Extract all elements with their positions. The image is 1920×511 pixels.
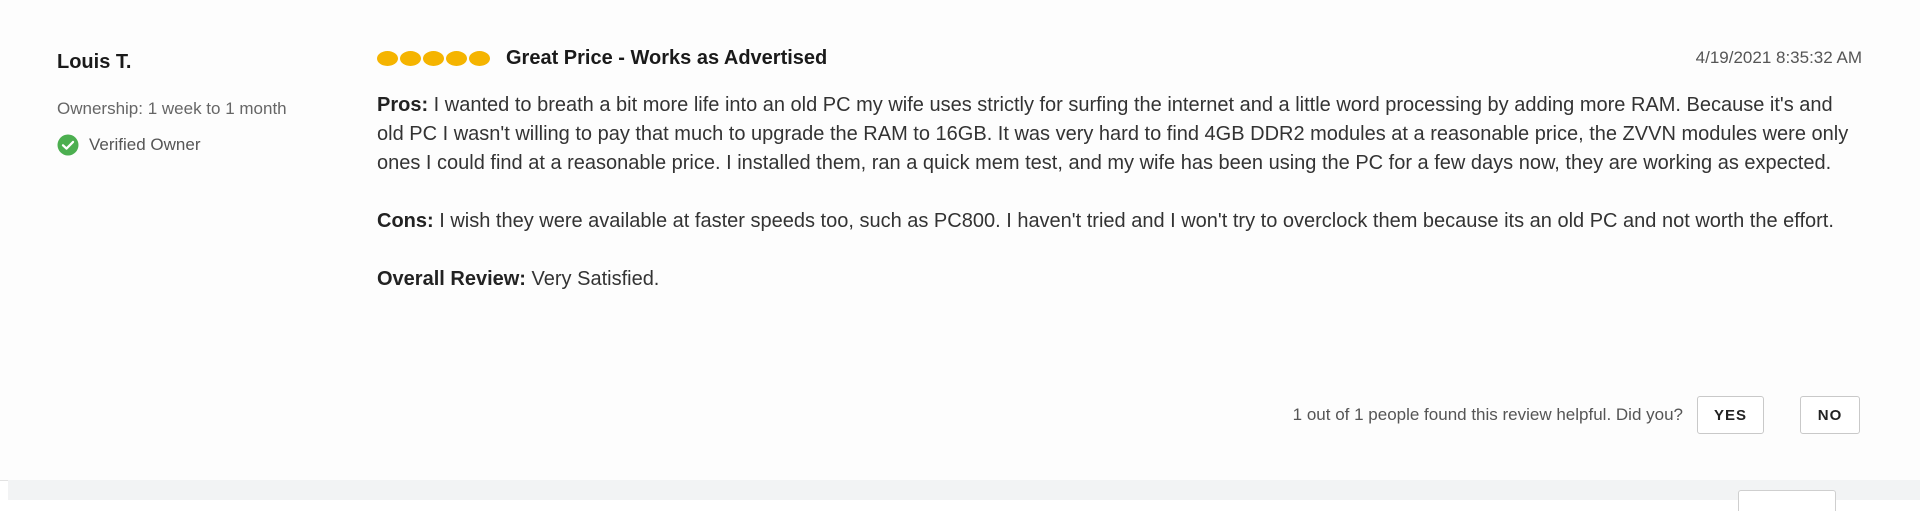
review-date: 4/19/2021 8:35:32 AM xyxy=(1695,48,1862,67)
cons-text: I wish they were available at faster spe… xyxy=(433,210,1834,232)
next-section-button-edge[interactable] xyxy=(1738,490,1836,511)
helpful-no-button[interactable]: NO xyxy=(1800,396,1860,434)
pros-label: Pros: xyxy=(377,94,429,116)
star-rating xyxy=(377,50,490,66)
cons-section: Cons: I wish they were available at fast… xyxy=(377,207,1857,236)
helpful-prompt: 1 out of 1 people found this review help… xyxy=(1292,405,1683,424)
pros-section: Pros: I wanted to breath a bit more life… xyxy=(377,91,1857,178)
helpful-yes-button[interactable]: YES xyxy=(1696,396,1764,434)
verified-owner-label: Verified Owner xyxy=(89,135,201,154)
review-content: Great Price - Works as Advertised 4/19/2… xyxy=(377,43,1862,294)
overall-text: Very Satisfied. xyxy=(525,268,660,290)
rating-star-icon xyxy=(469,50,490,66)
ownership-duration: Ownership: 1 week to 1 month xyxy=(57,99,287,118)
review-body: Pros: I wanted to breath a bit more life… xyxy=(377,91,1857,294)
overall-section: Overall Review: Very Satisfied. xyxy=(377,265,1857,294)
next-review-section xyxy=(8,480,1920,511)
helpful-vote-row: 1 out of 1 people found this review help… xyxy=(1293,396,1860,434)
review-card: Louis T. Ownership: 1 week to 1 month Ve… xyxy=(0,0,1920,481)
overall-label: Overall Review: xyxy=(377,268,526,290)
reviewer-name: Louis T. xyxy=(57,51,132,73)
check-circle-icon xyxy=(57,134,79,156)
rating-star-icon xyxy=(377,50,398,66)
reviewer-info: Louis T. Ownership: 1 week to 1 month Ve… xyxy=(57,50,347,156)
rating-star-icon xyxy=(423,50,444,66)
review-header: Great Price - Works as Advertised 4/19/2… xyxy=(377,43,1862,73)
pros-text: I wanted to breath a bit more life into … xyxy=(377,94,1849,174)
verified-owner-badge: Verified Owner xyxy=(57,134,347,156)
cons-label: Cons: xyxy=(377,210,434,232)
review-title: Great Price - Works as Advertised xyxy=(506,46,828,69)
rating-star-icon xyxy=(446,50,467,66)
rating-star-icon xyxy=(400,50,421,66)
